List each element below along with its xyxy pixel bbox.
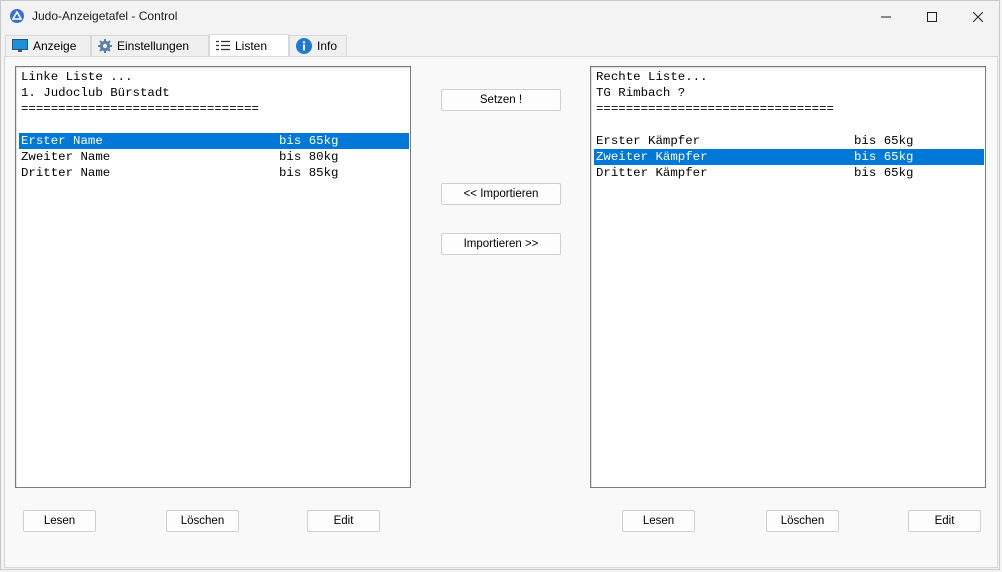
right-delete-button[interactable]: Löschen bbox=[766, 510, 839, 532]
list-item[interactable]: Zweiter Name bis 80kg bbox=[19, 149, 409, 165]
right-edit-button[interactable]: Edit bbox=[908, 510, 981, 532]
tab-strip: Anzeige Einstellungen Listen Info bbox=[3, 34, 999, 57]
list-item[interactable]: TG Rimbach ? bbox=[594, 85, 984, 101]
tab-label: Listen bbox=[235, 39, 268, 53]
list-item[interactable]: ================================ bbox=[594, 101, 984, 117]
title-bar: Judo-Anzeigetafel - Control bbox=[1, 1, 999, 33]
gear-icon bbox=[98, 39, 112, 53]
list-item[interactable]: Dritter Name bis 85kg bbox=[19, 165, 409, 181]
tab-label: Info bbox=[317, 39, 338, 53]
close-button[interactable] bbox=[955, 1, 1001, 33]
tab-info[interactable]: Info bbox=[289, 35, 347, 56]
minimize-button[interactable] bbox=[863, 1, 909, 33]
list-item[interactable]: Linke Liste ... bbox=[19, 69, 409, 85]
info-icon bbox=[296, 38, 312, 54]
tab-anzeige[interactable]: Anzeige bbox=[5, 35, 91, 56]
set-button[interactable]: Setzen ! bbox=[441, 89, 561, 111]
list-item[interactable] bbox=[19, 117, 409, 133]
list-item-selected[interactable]: Zweiter Kämpfer bis 65kg bbox=[594, 149, 984, 165]
list-item[interactable]: Rechte Liste... bbox=[594, 69, 984, 85]
maximize-icon bbox=[927, 12, 937, 22]
tab-einstellungen[interactable]: Einstellungen bbox=[91, 35, 209, 56]
list-item-weight: bis 65kg bbox=[279, 134, 339, 148]
list-item-name: ================================ bbox=[596, 102, 834, 116]
list-item-name: Zweiter Name bbox=[21, 150, 111, 164]
list-item-weight: bis 65kg bbox=[854, 150, 914, 164]
list-item-name: ================================ bbox=[21, 102, 259, 116]
left-delete-button[interactable]: Löschen bbox=[166, 510, 239, 532]
list-icon bbox=[216, 40, 230, 52]
import-left-button[interactable]: << Importieren bbox=[441, 183, 561, 205]
tab-label: Anzeige bbox=[33, 39, 77, 53]
maximize-button[interactable] bbox=[909, 1, 955, 33]
list-item-name: Zweiter Kämpfer bbox=[596, 150, 708, 164]
list-item-name: Dritter Name bbox=[21, 166, 111, 180]
left-read-button[interactable]: Lesen bbox=[23, 510, 96, 532]
list-item[interactable] bbox=[594, 117, 984, 133]
list-item-name: Linke Liste ... bbox=[21, 70, 133, 84]
list-item[interactable]: ================================ bbox=[19, 101, 409, 117]
list-item-weight: bis 65kg bbox=[854, 166, 914, 180]
close-icon bbox=[973, 12, 983, 22]
main-window: Judo-Anzeigetafel - Control Anzeige Eins… bbox=[0, 0, 1000, 570]
minimize-icon bbox=[881, 16, 891, 18]
left-edit-button[interactable]: Edit bbox=[307, 510, 380, 532]
list-item-selected[interactable]: Erster Name bis 65kg bbox=[19, 133, 409, 149]
right-read-button[interactable]: Lesen bbox=[622, 510, 695, 532]
tab-listen[interactable]: Listen bbox=[209, 34, 289, 57]
left-listbox[interactable]: Linke Liste ... 1. Judoclub Bürstadt ===… bbox=[15, 66, 411, 488]
list-item[interactable]: Erster Kämpfer bis 65kg bbox=[594, 133, 984, 149]
list-item-name: TG Rimbach ? bbox=[596, 86, 686, 100]
list-item[interactable]: Dritter Kämpfer bis 65kg bbox=[594, 165, 984, 181]
right-listbox[interactable]: Rechte Liste... TG Rimbach ? ===========… bbox=[590, 66, 986, 488]
app-icon bbox=[10, 9, 24, 23]
tab-label: Einstellungen bbox=[117, 39, 190, 53]
list-item-name: Erster Name bbox=[21, 134, 103, 148]
list-item-name: Rechte Liste... bbox=[596, 70, 708, 84]
list-item-weight: bis 65kg bbox=[854, 134, 914, 148]
window-title: Judo-Anzeigetafel - Control bbox=[32, 9, 178, 23]
list-item-name: Erster Kämpfer bbox=[596, 134, 701, 148]
list-item-name: 1. Judoclub Bürstadt bbox=[21, 86, 170, 100]
import-right-button[interactable]: Importieren >> bbox=[441, 233, 561, 255]
monitor-icon bbox=[12, 39, 28, 53]
list-item-weight: bis 85kg bbox=[279, 166, 339, 180]
list-item-weight: bis 80kg bbox=[279, 150, 339, 164]
list-item[interactable]: 1. Judoclub Bürstadt bbox=[19, 85, 409, 101]
list-item-name: Dritter Kämpfer bbox=[596, 166, 708, 180]
